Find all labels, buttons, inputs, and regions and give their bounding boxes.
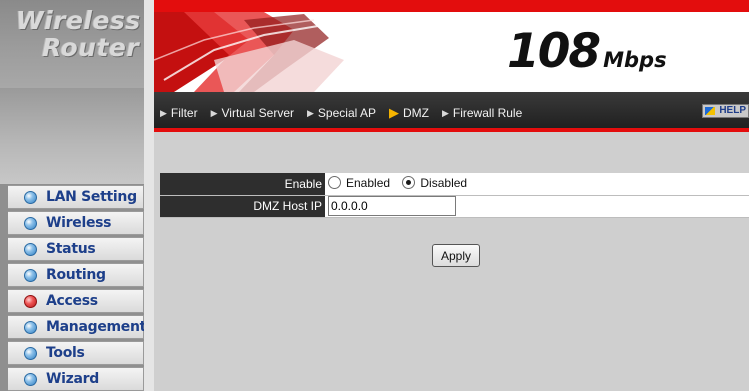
arrow-right-icon: ▶: [441, 107, 449, 118]
speed-badge: 108 Mbps: [507, 24, 667, 79]
sidebar-item-management[interactable]: Management: [8, 315, 147, 339]
apply-button[interactable]: Apply: [432, 244, 480, 267]
sidebar-item-lan-setting[interactable]: LAN Setting: [8, 185, 144, 209]
nav-label: Virtual Server: [221, 106, 294, 120]
arrow-right-icon: ▶: [388, 105, 399, 120]
help-label: HELP: [719, 105, 746, 116]
disabled-label: Disabled: [420, 175, 468, 190]
nav-label: Firewall Rule: [452, 106, 523, 120]
enabled-radio[interactable]: [328, 176, 341, 189]
sidebar-item-label: Routing: [46, 267, 106, 283]
nav-virtual-server[interactable]: ▶ Virtual Server: [211, 106, 294, 120]
sidebar-item-label: Tools: [46, 345, 85, 361]
nav-label: Filter: [170, 106, 198, 120]
nav-firewall-rule[interactable]: ▶ Firewall Rule: [442, 106, 522, 120]
enable-row: Enable Enabled Disabled: [160, 173, 749, 196]
banner-art: [154, 12, 364, 92]
bullet-icon-active: [24, 294, 37, 308]
speed-unit: Mbps: [603, 48, 667, 72]
sidebar-item-label: Wireless: [46, 215, 112, 231]
sidebar: Wireless Router LAN Setting Wireless Sta…: [0, 0, 150, 391]
bullet-icon: [24, 216, 37, 230]
sidebar-divider: [144, 0, 154, 391]
nav-special-ap[interactable]: ▶ Special AP: [307, 106, 376, 120]
sidebar-item-label: Management: [46, 319, 147, 335]
nav-dmz[interactable]: ▶ DMZ: [389, 105, 429, 121]
enable-label: Enable: [160, 173, 325, 196]
logo: Wireless Router: [0, 0, 150, 88]
enabled-label: Enabled: [346, 175, 391, 190]
enabled-option[interactable]: Enabled: [328, 176, 390, 190]
logo-line1: Wireless: [16, 6, 141, 35]
bullet-icon: [24, 190, 37, 204]
host-ip-label: DMZ Host IP: [160, 195, 325, 218]
sidebar-item-routing[interactable]: Routing: [8, 263, 144, 287]
sidebar-item-wizard[interactable]: Wizard: [8, 367, 144, 391]
host-ip-row: DMZ Host IP: [160, 195, 749, 218]
banner: 108 Mbps: [154, 0, 749, 92]
dmz-form: Enable Enabled Disabled DMZ Host IP: [160, 173, 749, 218]
disabled-option[interactable]: Disabled: [402, 176, 467, 190]
sidebar-item-wireless[interactable]: Wireless: [8, 211, 144, 235]
help-icon: [705, 107, 716, 115]
arrow-right-icon: ▶: [160, 107, 167, 118]
arrow-right-icon: ▶: [307, 107, 314, 118]
dmz-host-ip-input[interactable]: [328, 196, 456, 216]
bullet-icon: [24, 372, 37, 386]
enable-options: Enabled Disabled: [325, 173, 749, 196]
host-ip-cell: [325, 195, 749, 218]
speed-number: 108: [507, 24, 601, 79]
arrow-right-icon: ▶: [210, 107, 218, 118]
sidebar-item-status[interactable]: Status: [8, 237, 144, 261]
bullet-icon: [24, 346, 37, 360]
nav-label: DMZ: [402, 106, 429, 120]
main-content: Enable Enabled Disabled DMZ Host IP Appl…: [154, 136, 749, 391]
nav-bar: ▶ Filter ▶ Virtual Server ▶ Special AP ▶…: [154, 92, 749, 132]
bullet-icon: [24, 320, 37, 334]
sidebar-item-label: Wizard: [46, 371, 99, 387]
nav-label: Special AP: [317, 106, 376, 120]
bullet-icon: [24, 242, 37, 256]
sidebar-item-access[interactable]: Access: [8, 289, 144, 313]
sidebar-item-tools[interactable]: Tools: [8, 341, 144, 365]
sidebar-menu: LAN Setting Wireless Status Routing Acce…: [8, 185, 147, 391]
sidebar-item-label: Status: [46, 241, 96, 257]
disabled-radio[interactable]: [402, 176, 416, 189]
nav-filter[interactable]: ▶ Filter: [160, 106, 198, 120]
sidebar-spacer: [0, 88, 150, 184]
nav-items: ▶ Filter ▶ Virtual Server ▶ Special AP ▶…: [160, 105, 535, 121]
sidebar-item-label: Access: [46, 293, 98, 309]
help-button[interactable]: HELP: [702, 104, 749, 118]
sidebar-item-label: LAN Setting: [46, 189, 137, 205]
bullet-icon: [24, 268, 37, 282]
logo-line2: Router: [42, 33, 140, 62]
